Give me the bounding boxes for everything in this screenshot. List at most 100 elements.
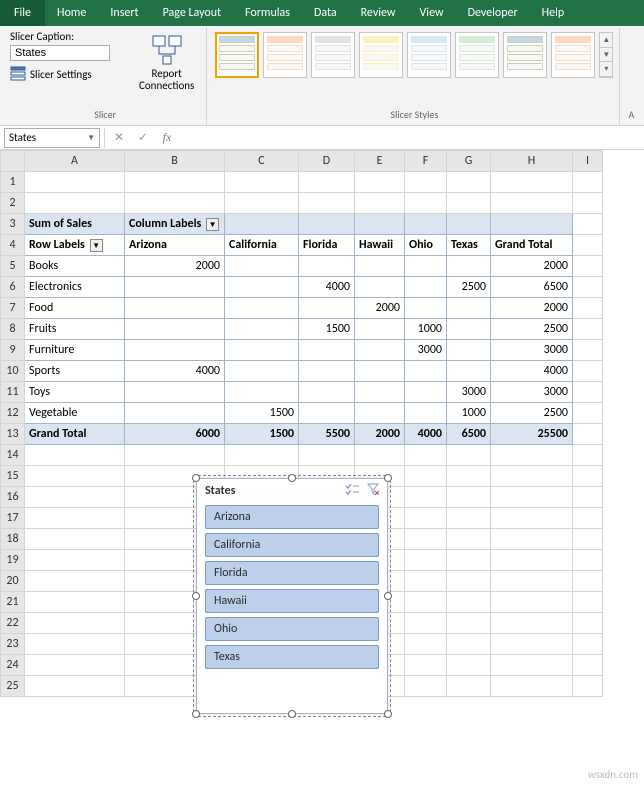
cell[interactable] bbox=[405, 655, 447, 676]
resize-handle[interactable] bbox=[192, 474, 200, 482]
row-header[interactable]: 10 bbox=[1, 361, 25, 382]
cell[interactable] bbox=[573, 676, 603, 697]
resize-handle[interactable] bbox=[384, 710, 392, 718]
row-header[interactable]: 11 bbox=[1, 382, 25, 403]
cell[interactable] bbox=[405, 466, 447, 487]
row-header[interactable]: 23 bbox=[1, 634, 25, 655]
cell[interactable] bbox=[125, 193, 225, 214]
cell[interactable] bbox=[447, 613, 491, 634]
resize-handle[interactable] bbox=[288, 710, 296, 718]
select-all-corner[interactable] bbox=[1, 151, 25, 172]
cell[interactable] bbox=[573, 571, 603, 592]
cell[interactable] bbox=[405, 487, 447, 508]
cell[interactable] bbox=[405, 172, 447, 193]
cell[interactable] bbox=[573, 550, 603, 571]
slicer-item[interactable]: Florida bbox=[205, 561, 379, 585]
cell[interactable] bbox=[447, 445, 491, 466]
row-header[interactable]: 21 bbox=[1, 592, 25, 613]
cell[interactable] bbox=[225, 445, 299, 466]
style-gallery-scroll[interactable]: ▲ bbox=[600, 33, 612, 48]
cell[interactable] bbox=[25, 592, 125, 613]
row-header[interactable]: 15 bbox=[1, 466, 25, 487]
cell[interactable] bbox=[573, 508, 603, 529]
row-header[interactable]: 4 bbox=[1, 235, 25, 256]
cell[interactable] bbox=[573, 592, 603, 613]
cell[interactable] bbox=[491, 655, 573, 676]
row-header[interactable]: 16 bbox=[1, 487, 25, 508]
slicer-style-swatch[interactable] bbox=[215, 32, 259, 78]
column-header[interactable]: H bbox=[491, 151, 573, 172]
cell[interactable] bbox=[491, 676, 573, 697]
cell[interactable] bbox=[405, 613, 447, 634]
cell[interactable] bbox=[447, 592, 491, 613]
resize-handle[interactable] bbox=[192, 710, 200, 718]
cell[interactable] bbox=[573, 634, 603, 655]
menu-formulas[interactable]: Formulas bbox=[233, 0, 302, 26]
cell[interactable] bbox=[491, 550, 573, 571]
cell[interactable] bbox=[491, 172, 573, 193]
row-header[interactable]: 9 bbox=[1, 340, 25, 361]
report-connections-button[interactable]: Report Connections bbox=[133, 30, 200, 96]
cell[interactable] bbox=[405, 634, 447, 655]
row-header[interactable]: 24 bbox=[1, 655, 25, 676]
row-header[interactable]: 17 bbox=[1, 508, 25, 529]
resize-handle[interactable] bbox=[288, 474, 296, 482]
slicer-style-swatch[interactable] bbox=[311, 32, 355, 78]
name-box-dropdown-icon[interactable]: ▼ bbox=[87, 133, 95, 143]
cell[interactable] bbox=[299, 445, 355, 466]
row-header[interactable]: 13 bbox=[1, 424, 25, 445]
slicer-style-swatch[interactable] bbox=[263, 32, 307, 78]
menu-insert[interactable]: Insert bbox=[98, 0, 150, 26]
cell[interactable] bbox=[573, 445, 603, 466]
cell[interactable] bbox=[573, 277, 603, 298]
cell[interactable] bbox=[447, 655, 491, 676]
cell[interactable] bbox=[491, 529, 573, 550]
cell[interactable] bbox=[573, 529, 603, 550]
cell[interactable] bbox=[573, 382, 603, 403]
row-header[interactable]: 6 bbox=[1, 277, 25, 298]
menu-view[interactable]: View bbox=[408, 0, 456, 26]
menu-review[interactable]: Review bbox=[349, 0, 408, 26]
cell[interactable] bbox=[25, 193, 125, 214]
cell[interactable] bbox=[299, 193, 355, 214]
cell[interactable] bbox=[405, 571, 447, 592]
cell[interactable] bbox=[573, 424, 603, 445]
column-header[interactable]: F bbox=[405, 151, 447, 172]
cell[interactable] bbox=[573, 361, 603, 382]
row-header[interactable]: 22 bbox=[1, 613, 25, 634]
column-header[interactable]: G bbox=[447, 151, 491, 172]
column-header[interactable]: E bbox=[355, 151, 405, 172]
cell[interactable] bbox=[491, 613, 573, 634]
cell[interactable] bbox=[225, 172, 299, 193]
menu-page-layout[interactable]: Page Layout bbox=[151, 0, 233, 26]
cell[interactable] bbox=[447, 193, 491, 214]
cell[interactable] bbox=[491, 487, 573, 508]
cell[interactable] bbox=[447, 487, 491, 508]
cell[interactable] bbox=[491, 193, 573, 214]
pivot-column-labels[interactable]: Column Labels ▼ bbox=[125, 214, 225, 235]
cell[interactable] bbox=[25, 655, 125, 676]
slicer-style-swatch[interactable] bbox=[407, 32, 451, 78]
slicer-style-swatch[interactable] bbox=[503, 32, 547, 78]
fx-icon[interactable]: fx bbox=[157, 130, 177, 145]
cell[interactable] bbox=[573, 298, 603, 319]
cell[interactable] bbox=[447, 676, 491, 697]
cell[interactable] bbox=[125, 445, 225, 466]
cell[interactable] bbox=[447, 466, 491, 487]
cell[interactable] bbox=[225, 193, 299, 214]
cell[interactable] bbox=[491, 592, 573, 613]
cell[interactable] bbox=[299, 172, 355, 193]
row-header[interactable]: 20 bbox=[1, 571, 25, 592]
cell[interactable] bbox=[25, 508, 125, 529]
cell[interactable] bbox=[25, 172, 125, 193]
menu-developer[interactable]: Developer bbox=[456, 0, 530, 26]
slicer-style-swatch[interactable] bbox=[455, 32, 499, 78]
enter-formula-icon[interactable]: ✓ bbox=[133, 130, 153, 145]
cell[interactable] bbox=[405, 508, 447, 529]
row-header[interactable]: 18 bbox=[1, 529, 25, 550]
cell[interactable] bbox=[491, 445, 573, 466]
cell[interactable] bbox=[405, 592, 447, 613]
dropdown-icon[interactable]: ▼ bbox=[90, 239, 103, 252]
column-header[interactable]: B bbox=[125, 151, 225, 172]
row-header[interactable]: 12 bbox=[1, 403, 25, 424]
